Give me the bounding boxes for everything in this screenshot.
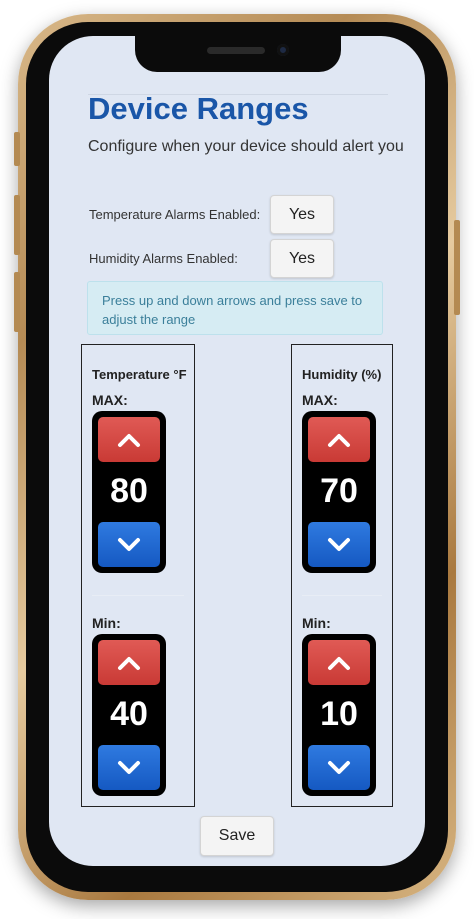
humidity-min-value: 10 (320, 695, 358, 733)
volume-up-button (14, 195, 20, 255)
page-subtitle: Configure when your device should alert … (88, 138, 404, 155)
humidity-max-decrease-button[interactable] (308, 522, 370, 567)
temperature-max-label: MAX: (92, 392, 128, 408)
humidity-max-stepper: 70 (302, 411, 376, 573)
temperature-min-increase-button[interactable] (98, 640, 160, 685)
humidity-max-label: MAX: (302, 392, 338, 408)
device-ranges-page: Device Ranges Configure when your device… (49, 36, 425, 866)
temperature-range-panel: Temperature °F MAX: 80 Min: 40 (81, 344, 195, 807)
screen: Device Ranges Configure when your device… (49, 36, 425, 866)
temperature-max-increase-button[interactable] (98, 417, 160, 462)
temperature-max-value: 80 (110, 472, 148, 510)
humidity-max-value: 70 (320, 472, 358, 510)
temperature-max-stepper: 80 (92, 411, 166, 573)
temperature-min-label: Min: (92, 615, 121, 631)
humidity-range-panel: Humidity (%) MAX: 70 Min: 10 (291, 344, 393, 807)
silent-switch (14, 132, 20, 166)
chevron-down-icon (328, 760, 350, 774)
humidity-max-increase-button[interactable] (308, 417, 370, 462)
humidity-min-decrease-button[interactable] (308, 745, 370, 790)
chevron-down-icon (328, 537, 350, 551)
temperature-max-decrease-button[interactable] (98, 522, 160, 567)
humidity-alarms-toggle-button[interactable]: Yes (270, 239, 334, 278)
humidity-min-increase-button[interactable] (308, 640, 370, 685)
chevron-up-icon (118, 656, 140, 670)
volume-down-button (14, 272, 20, 332)
info-alert: Press up and down arrows and press save … (87, 281, 383, 335)
speaker-grille (207, 47, 265, 54)
save-button[interactable]: Save (200, 816, 274, 856)
temperature-alarms-toggle-button[interactable]: Yes (270, 195, 334, 234)
temperature-min-decrease-button[interactable] (98, 745, 160, 790)
temperature-alarms-label: Temperature Alarms Enabled: (89, 207, 261, 222)
chevron-up-icon (328, 656, 350, 670)
chevron-down-icon (118, 760, 140, 774)
page-title: Device Ranges (88, 91, 309, 126)
humidity-min-label: Min: (302, 615, 331, 631)
chevron-up-icon (328, 433, 350, 447)
front-camera (277, 44, 289, 56)
humidity-alarms-label: Humidity Alarms Enabled: (89, 251, 238, 266)
phone-notch (135, 36, 341, 72)
power-button (454, 220, 460, 315)
chevron-up-icon (118, 433, 140, 447)
humidity-divider (302, 595, 382, 596)
humidity-panel-title: Humidity (%) (302, 367, 382, 382)
temperature-divider (92, 595, 184, 596)
temperature-min-value: 40 (110, 695, 148, 733)
temperature-panel-title: Temperature °F (92, 367, 187, 382)
temperature-min-stepper: 40 (92, 634, 166, 796)
humidity-min-stepper: 10 (302, 634, 376, 796)
chevron-down-icon (118, 537, 140, 551)
